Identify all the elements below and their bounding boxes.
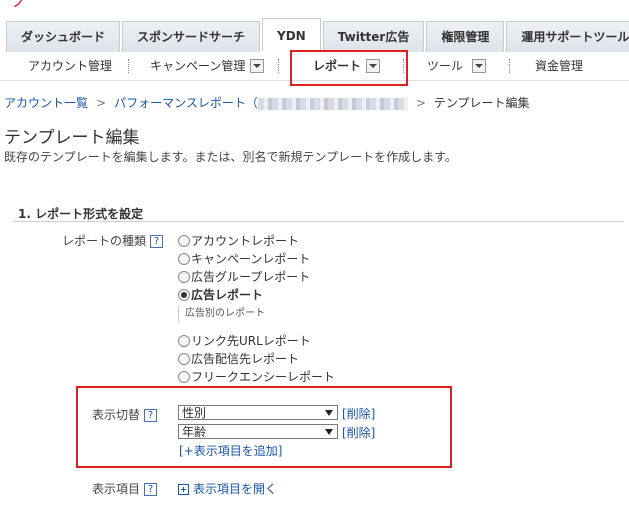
report-type-label-row: レポートの種類? (62, 232, 164, 249)
report-highlight-box (290, 50, 408, 86)
radio-label: アカウントレポート (191, 234, 300, 248)
expand-display-items-link[interactable]: 表示項目を開く (178, 480, 277, 497)
radio-button-checked-icon[interactable] (178, 288, 190, 301)
help-icon[interactable]: ? (150, 235, 164, 248)
add-display-item-link[interactable]: [+表示項目を追加] (179, 442, 282, 459)
radio-label: リンク先URLレポート (191, 334, 311, 348)
breadcrumb-separator: > (415, 96, 426, 110)
selected-report-note: 広告別のレポート (178, 305, 265, 323)
breadcrumb-separator: > (96, 96, 107, 110)
select-value: 年齢 (182, 425, 207, 439)
help-icon[interactable]: ? (144, 409, 158, 422)
radio-button-icon[interactable] (178, 252, 190, 265)
subnav-divider (278, 59, 279, 73)
radio-label: 広告グループレポート (191, 270, 311, 284)
radio-campaign-report[interactable]: キャンペーンレポート (178, 250, 310, 266)
help-icon[interactable]: ? (144, 483, 158, 496)
radio-button-icon[interactable] (178, 270, 190, 283)
tab-ydn[interactable]: YDN (262, 18, 321, 51)
subnav-account-management[interactable]: アカウント管理 (28, 58, 112, 74)
select-value: 性別 (182, 406, 207, 420)
display-switch-label-row: 表示切替? (92, 406, 158, 423)
subnav-tools[interactable]: ツール (427, 58, 463, 74)
tab-dashboard[interactable]: ダッシュボード (6, 21, 121, 52)
masked-report-name (257, 97, 408, 110)
brand-mark: ノ (12, 0, 26, 11)
section-title: 1. レポート形式を設定 (18, 207, 144, 221)
breadcrumb: アカウント一覧 > パフォーマンスレポート（ > テンプレート編集 (4, 94, 530, 111)
display-items-label: 表示項目 (92, 482, 141, 496)
dropdown-arrow-icon (325, 429, 333, 435)
main-tabs: ダッシュボード スポンサードサーチ YDN Twitter広告 権限管理 運用サ… (6, 18, 629, 53)
tab-sponsored-search[interactable]: スポンサードサーチ (122, 21, 261, 52)
report-type-label: レポートの種類 (62, 234, 147, 248)
display-switch-select-2[interactable]: 年齢 (178, 424, 338, 439)
radio-frequency-report[interactable]: フリークエンシーレポート (178, 368, 335, 384)
display-switch-select-1[interactable]: 性別 (178, 405, 338, 420)
expand-label: 表示項目を開く (193, 482, 278, 496)
breadcrumb-performance-report[interactable]: パフォーマンスレポート（ (114, 96, 258, 110)
tab-permissions[interactable]: 権限管理 (426, 21, 505, 52)
delete-link-1[interactable]: [削除] (342, 405, 375, 422)
expand-plus-icon (178, 484, 189, 495)
radio-link-url-report[interactable]: リンク先URLレポート (178, 332, 311, 348)
display-items-label-row: 表示項目? (92, 480, 158, 497)
radio-label: キャンペーンレポート (191, 252, 311, 266)
subnav-campaign-management[interactable]: キャンペーン管理 (150, 58, 245, 74)
radio-account-report[interactable]: アカウントレポート (178, 232, 299, 248)
delete-link-2[interactable]: [削除] (342, 424, 375, 441)
dropdown-arrow-icon (325, 410, 333, 416)
section-divider (14, 221, 624, 222)
subnav-divider (128, 59, 129, 73)
radio-button-icon[interactable] (178, 370, 190, 383)
page-description: 既存のテンプレートを編集します。または、別名で新規テンプレートを作成します。 (4, 150, 457, 164)
radio-button-icon[interactable] (178, 352, 190, 365)
display-switch-label: 表示切替 (92, 408, 141, 422)
tools-dropdown-icon[interactable] (472, 59, 486, 73)
radio-button-icon[interactable] (178, 334, 190, 347)
radio-label: 広告レポート (191, 288, 264, 302)
radio-label: フリークエンシーレポート (191, 370, 336, 384)
top-bar: ノ (0, 0, 629, 20)
radio-label: 広告配信先レポート (191, 352, 300, 366)
page-title: テンプレート編集 (4, 128, 140, 148)
radio-placement-report[interactable]: 広告配信先レポート (178, 350, 299, 366)
breadcrumb-account-list[interactable]: アカウント一覧 (4, 96, 88, 110)
subnav-funds-management[interactable]: 資金管理 (535, 58, 583, 74)
radio-button-icon[interactable] (178, 234, 190, 247)
tab-operation-support-tools[interactable]: 運用サポートツール (506, 21, 629, 52)
radio-ad-report[interactable]: 広告レポート (178, 286, 263, 302)
breadcrumb-current: テンプレート編集 (433, 96, 530, 110)
tab-twitter-ads[interactable]: Twitter広告 (322, 21, 425, 52)
radio-ad-group-report[interactable]: 広告グループレポート (178, 268, 310, 284)
subnav-divider (509, 59, 510, 73)
campaign-dropdown-icon[interactable] (250, 59, 264, 73)
